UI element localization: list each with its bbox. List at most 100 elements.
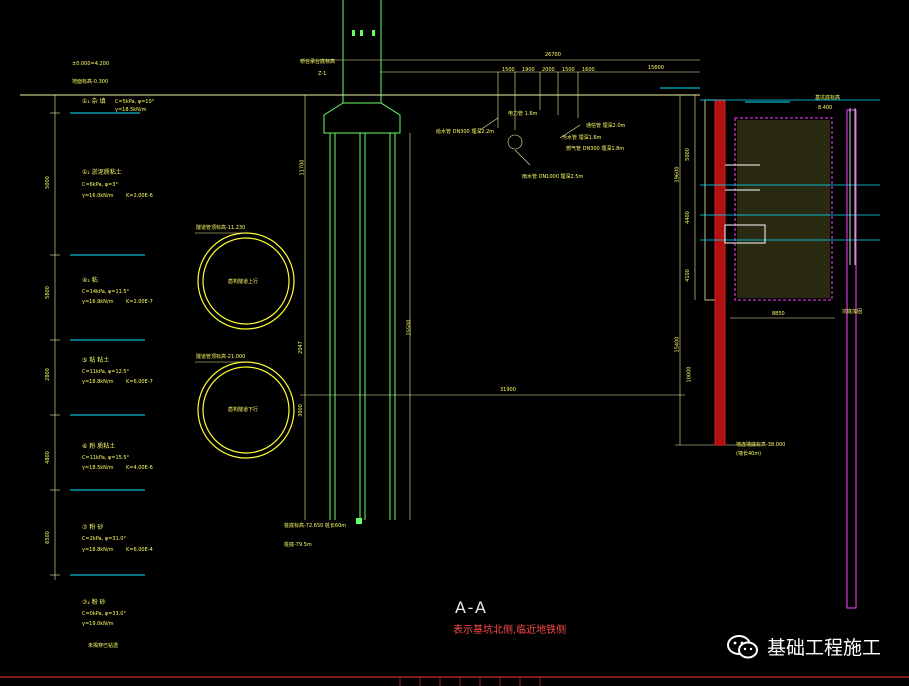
soil-5-k: K=4.00E-6 <box>126 465 153 471</box>
soil-2-name: 淤泥质粘土 <box>91 169 122 176</box>
tunnel-leaders <box>195 232 246 363</box>
soil-4-k: K=6.00E-7 <box>126 379 153 385</box>
elev-note-2: 地面标高-0.300 <box>72 79 109 85</box>
beam-note: 桥台承台底标高 <box>300 59 336 65</box>
mid-dim-0: 11700 <box>299 159 306 176</box>
soil-3-gamma: γ=16.9kN/m <box>82 299 114 305</box>
soil-3-title: ④₂ 粘 <box>82 278 98 284</box>
soil-7-gamma: γ=19.0kN/m <box>82 621 114 627</box>
right-dim-2: 19600 <box>674 166 681 183</box>
pipe-2: 电力管 1.6m <box>508 111 538 117</box>
dim-4: 1600 <box>582 67 595 73</box>
left-dim-0: 5000 <box>44 176 51 189</box>
soil-1-params: C=5kPa, φ=10° <box>115 99 155 105</box>
soil-6-id: ⑦ <box>82 524 88 531</box>
soil-1-title: ①₁ 杂 填 <box>82 99 106 105</box>
pit-note-1: 基坑底标高 <box>815 95 841 101</box>
section-title: A-A <box>455 598 488 617</box>
dim-1: 1900 <box>522 67 535 73</box>
soil-3-name: 粘 <box>91 277 98 284</box>
dim-2: 2000 <box>542 67 555 73</box>
right-elev: 8.400 <box>818 105 833 111</box>
soil-3-id: ④₂ <box>82 277 90 284</box>
pit-hatch <box>737 120 830 298</box>
watermark: 基础工程施工 <box>726 633 881 660</box>
dim-right: 15600 <box>648 65 664 71</box>
right-dim-5: 15400 <box>674 336 681 353</box>
soil-7-id: ⑦₂ <box>82 599 90 606</box>
soil-6-k: K=6.00E-4 <box>126 547 153 553</box>
dim-0: 1500 <box>502 67 515 73</box>
right-dim-7: 8850 <box>772 311 785 317</box>
soil-5-params: C=11kPa, φ=15.5° <box>82 455 130 461</box>
soil-4-title: ⑤ 粘 粘土 <box>82 358 109 364</box>
pit-note-3: 地连墙底标高-38.000 <box>736 442 786 448</box>
pipe-1: 给水管 DN300 埋深2.2m <box>436 129 495 135</box>
frame-ticks <box>399 677 541 686</box>
soil-5-name: 粉 质粘土 <box>89 443 116 450</box>
soil-6-name: 粉 砂 <box>89 524 104 531</box>
soil-2-k: K=2.00E-6 <box>126 193 153 199</box>
left-dim-3: 4800 <box>44 451 51 464</box>
mid-dim-1: 25500 <box>406 319 413 336</box>
section-subtitle: 表示基坑北侧,临近地铁侧 <box>453 625 567 636</box>
soil-2-gamma: γ=16.0kN/m <box>82 193 114 199</box>
soil-7-title: ⑦₂ 粉 砂 <box>82 600 106 606</box>
pier-marks <box>352 30 375 524</box>
horizontal-dim: 31900 <box>500 387 516 393</box>
soil-7-extra: 未揭穿已钻透 <box>88 643 119 649</box>
right-dim-4: 4100 <box>684 269 691 282</box>
pier-column <box>323 0 401 520</box>
soil-6-params: C=2kPa, φ=31.0° <box>82 536 126 542</box>
soil-6-gamma: γ=18.8kN/m <box>82 547 114 553</box>
pipe-4: 污水管 埋深1.6m <box>562 135 602 141</box>
soil-7-params: C=0kPa, φ=33.0° <box>82 611 126 617</box>
right-dim-6: 10000 <box>686 366 693 383</box>
tunnel-2-inner: 盾构隧道下行 <box>228 407 259 413</box>
soil-4-id: ⑤ <box>82 357 88 364</box>
soil-4-params: C=11kPa, φ=12.5° <box>82 369 130 375</box>
tunnels <box>197 232 295 459</box>
cad-drawing-canvas: ±0.000=4.200 地面标高-0.300 桥台承台底标高 Z-1 2670… <box>0 0 909 686</box>
diaphragm-wall <box>714 99 726 446</box>
mid-dim-2: 2047 <box>297 341 304 354</box>
soil-2-id: ①₂ <box>82 169 90 176</box>
mid-dims <box>300 95 685 520</box>
dim-3: 1500 <box>562 67 575 73</box>
pile-note: 桩底标高-72.650 桩长60m <box>284 523 347 529</box>
soil-4-gamma: γ=18.8kN/m <box>82 379 114 385</box>
soil-1-name: 杂 填 <box>91 98 106 105</box>
right-dim-1: 5000 <box>684 148 691 161</box>
watermark-text: 基础工程施工 <box>766 637 881 659</box>
left-dim-4: 6500 <box>44 531 51 544</box>
pipe-6: 通信管 埋深2.0m <box>586 123 626 129</box>
pit-note-4: (墙长40m) <box>736 451 762 457</box>
elev-note-1: ±0.000=4.200 <box>72 61 110 67</box>
soil-3-k: K=2.00E-7 <box>126 299 153 305</box>
pipes <box>479 72 581 166</box>
wechat-icon <box>726 634 759 660</box>
tunnel-1-inner: 盾构隧道上行 <box>228 279 259 285</box>
tunnel-1-label: 隧道管顶标高-11.230 <box>196 225 246 231</box>
left-dim-column <box>50 95 60 580</box>
beam-sub: Z-1 <box>318 71 327 77</box>
soil-1-id: ①₁ <box>82 98 90 105</box>
soil-5-gamma: γ=18.5kN/m <box>82 465 114 471</box>
dim-total: 26700 <box>545 52 561 58</box>
pile-note-bottom: 桩底-79.5m <box>284 542 312 548</box>
mid-dim-3: 3000 <box>297 404 304 417</box>
right-column <box>849 108 856 265</box>
soil-2-params: C=6kPa, φ=3° <box>82 182 118 188</box>
right-dim-3: 4400 <box>684 211 691 224</box>
soil-4-name: 粘 粘土 <box>89 357 110 364</box>
soil-1-gamma: γ=18.5kN/m <box>115 107 147 113</box>
pipe-3: 雨水管 DN1000 埋深2.5m <box>522 174 584 180</box>
left-dim-2: 2800 <box>44 368 51 381</box>
soil-2-title: ①₂ 淤泥质粘土 <box>82 170 122 176</box>
soil-5-title: ⑥ 粉 质粘土 <box>82 444 115 450</box>
left-dim-1: 5800 <box>44 286 51 299</box>
pit-note-2: 坑底加固 <box>842 309 863 315</box>
soil-3-params: C=14kPa, φ=11.5° <box>82 289 130 295</box>
tunnel-2-label: 隧道管顶标高-21.000 <box>196 354 246 360</box>
soil-7-name: 粉 砂 <box>91 599 106 606</box>
